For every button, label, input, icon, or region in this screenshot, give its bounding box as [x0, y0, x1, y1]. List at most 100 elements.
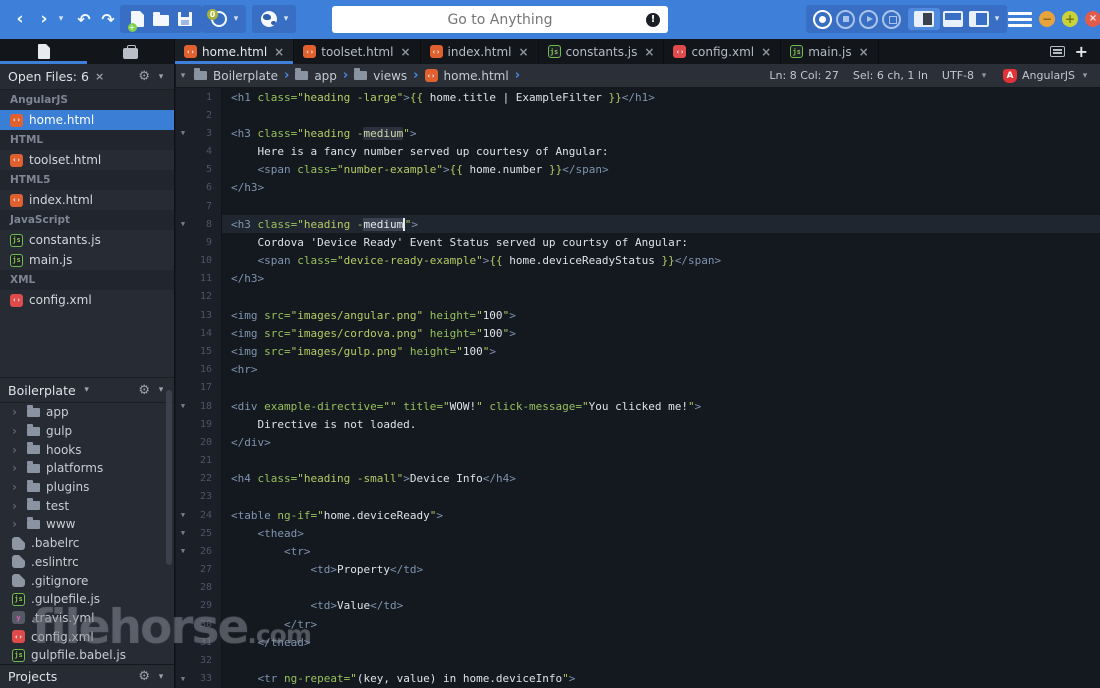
- breadcrumb-item[interactable]: ‹›home.html: [425, 69, 509, 83]
- code-line[interactable]: 19 Directive is not loaded.: [176, 415, 1100, 433]
- code-line[interactable]: 22<h4 class="heading -small">Device Info…: [176, 470, 1100, 488]
- gear-icon[interactable]: ⚙: [138, 669, 150, 684]
- editor-tab[interactable]: jsconstants.js×: [539, 39, 665, 64]
- minimize-button[interactable]: −: [1039, 11, 1055, 27]
- tree-expander-icon[interactable]: ›: [12, 517, 21, 531]
- places-item[interactable]: ›gulp: [0, 422, 174, 441]
- code-line[interactable]: 16<hr>: [176, 361, 1100, 379]
- code-line[interactable]: 21: [176, 451, 1100, 469]
- line-col-status[interactable]: Ln: 8 Col: 27: [769, 69, 838, 82]
- open-file-item[interactable]: jsmain.js: [0, 250, 174, 270]
- close-icon[interactable]: ×: [95, 70, 104, 83]
- tree-expander-icon[interactable]: ›: [12, 424, 21, 438]
- tree-expander-icon[interactable]: ›: [12, 443, 21, 457]
- code-line[interactable]: 13<img src="images/angular.png" height="…: [176, 306, 1100, 324]
- tree-expander-icon[interactable]: ›: [12, 405, 21, 419]
- code-line[interactable]: 7: [176, 197, 1100, 215]
- code-line[interactable]: 5 <span class="number-example">{{ home.n…: [176, 161, 1100, 179]
- back-button[interactable]: ‹: [8, 6, 32, 32]
- code-line[interactable]: ▼24<table ng-if="home.deviceReady">: [176, 506, 1100, 524]
- save-button[interactable]: [173, 6, 197, 32]
- breadcrumb-item[interactable]: Boilerplate: [194, 69, 278, 83]
- close-icon[interactable]: ×: [644, 45, 654, 59]
- notifications-button[interactable]: 0: [207, 6, 231, 32]
- chevron-down-icon[interactable]: ▾: [156, 385, 166, 395]
- new-tab-button[interactable]: +: [1075, 42, 1088, 61]
- editor-tab[interactable]: ‹›config.xml×: [664, 39, 781, 64]
- open-file-item[interactable]: jsconstants.js: [0, 230, 174, 250]
- files-panel-tab[interactable]: [0, 39, 87, 64]
- code-line[interactable]: 20</div>: [176, 433, 1100, 451]
- code-line[interactable]: 15<img src="images/gulp.png" height="100…: [176, 342, 1100, 360]
- places-item[interactable]: ›app: [0, 403, 174, 422]
- code-line[interactable]: 31 </thead>: [176, 633, 1100, 651]
- code-editor[interactable]: 1<h1 class="heading -large">{{ home.titl…: [176, 88, 1100, 688]
- code-line[interactable]: 9 Cordova 'Device Ready' Event Status se…: [176, 233, 1100, 251]
- fold-marker-icon[interactable]: ▼: [176, 675, 190, 683]
- code-line[interactable]: ▼26 <tr>: [176, 542, 1100, 560]
- open-file-button[interactable]: [149, 6, 173, 32]
- gear-icon[interactable]: ⚙: [138, 69, 150, 84]
- browser-preview-button[interactable]: [257, 6, 281, 32]
- close-icon[interactable]: ×: [761, 45, 771, 59]
- pane-layout-dropdown-icon[interactable]: ▾: [992, 14, 1002, 24]
- undo-button[interactable]: ↶: [72, 6, 96, 32]
- code-line[interactable]: 6</h3>: [176, 179, 1100, 197]
- browser-preview-dropdown-icon[interactable]: ▾: [281, 14, 291, 24]
- code-line[interactable]: 32: [176, 651, 1100, 669]
- tree-expander-icon[interactable]: ›: [12, 480, 21, 494]
- record-macro-button[interactable]: [813, 10, 832, 29]
- code-line[interactable]: 14<img src="images/cordova.png" height="…: [176, 324, 1100, 342]
- code-line[interactable]: 2: [176, 106, 1100, 124]
- fold-marker-icon[interactable]: ▼: [176, 511, 190, 519]
- code-line[interactable]: ▼8<h3 class="heading -medium">: [176, 215, 1100, 233]
- close-icon[interactable]: ×: [400, 45, 410, 59]
- places-scrollbar[interactable]: [166, 390, 172, 565]
- breadcrumb-item[interactable]: app: [295, 69, 337, 83]
- places-item[interactable]: y.travis.yml: [0, 609, 174, 628]
- code-line[interactable]: ▼33 <tr ng-repeat="(key, value) in home.…: [176, 670, 1100, 688]
- chevron-down-icon[interactable]: ▾: [156, 72, 166, 82]
- tree-expander-icon[interactable]: ›: [12, 461, 21, 475]
- breadcrumb-dropdown-icon[interactable]: ▾: [178, 71, 188, 81]
- go-to-anything-box[interactable]: !: [332, 6, 668, 33]
- code-line[interactable]: 29 <td>Value</td>: [176, 597, 1100, 615]
- toggle-left-pane-button[interactable]: [914, 11, 934, 27]
- code-line[interactable]: ▼18<div example-directive="" title="WOW!…: [176, 397, 1100, 415]
- chevron-down-icon[interactable]: ▾: [979, 71, 989, 81]
- maximize-button[interactable]: +: [1062, 11, 1078, 27]
- code-line[interactable]: 4 Here is a fancy number served up court…: [176, 143, 1100, 161]
- places-item[interactable]: .eslintrc: [0, 553, 174, 572]
- tree-expander-icon[interactable]: ›: [12, 499, 21, 513]
- new-file-button[interactable]: [125, 6, 149, 32]
- redo-button[interactable]: ↷: [96, 6, 120, 32]
- forward-button[interactable]: ›: [32, 6, 56, 32]
- places-item[interactable]: ›platforms: [0, 459, 174, 478]
- code-line[interactable]: 27 <td>Property</td>: [176, 560, 1100, 578]
- editor-tab[interactable]: ‹›toolset.html×: [294, 39, 420, 64]
- language-status[interactable]: AngularJS: [1022, 69, 1075, 82]
- play-macro-button[interactable]: [859, 10, 878, 29]
- tab-list-icon[interactable]: [1050, 46, 1065, 57]
- history-dropdown-icon[interactable]: ▾: [56, 14, 66, 24]
- code-line[interactable]: 1<h1 class="heading -large">{{ home.titl…: [176, 88, 1100, 106]
- open-file-item[interactable]: ‹›index.html: [0, 190, 174, 210]
- notifications-dropdown-icon[interactable]: ▾: [231, 14, 241, 24]
- editor-tab[interactable]: jsmain.js×: [781, 39, 878, 64]
- chevron-down-icon[interactable]: ▾: [1080, 71, 1090, 81]
- fold-marker-icon[interactable]: ▼: [176, 220, 190, 228]
- open-file-item[interactable]: ‹›toolset.html: [0, 150, 174, 170]
- places-item[interactable]: .babelrc: [0, 534, 174, 553]
- places-item[interactable]: ›test: [0, 496, 174, 515]
- go-to-anything-input[interactable]: [360, 12, 640, 28]
- close-window-button[interactable]: ×: [1085, 11, 1100, 27]
- code-line[interactable]: 11</h3>: [176, 270, 1100, 288]
- close-icon[interactable]: ×: [274, 45, 284, 59]
- toolbox-panel-tab[interactable]: [87, 39, 174, 64]
- places-item[interactable]: .gitignore: [0, 571, 174, 590]
- open-file-item[interactable]: ‹›home.html: [0, 110, 174, 130]
- code-line[interactable]: 10 <span class="device-ready-example">{{…: [176, 252, 1100, 270]
- places-item[interactable]: ›www: [0, 515, 174, 534]
- editor-tab[interactable]: ‹›home.html×: [175, 39, 294, 64]
- stop-button[interactable]: [836, 10, 855, 29]
